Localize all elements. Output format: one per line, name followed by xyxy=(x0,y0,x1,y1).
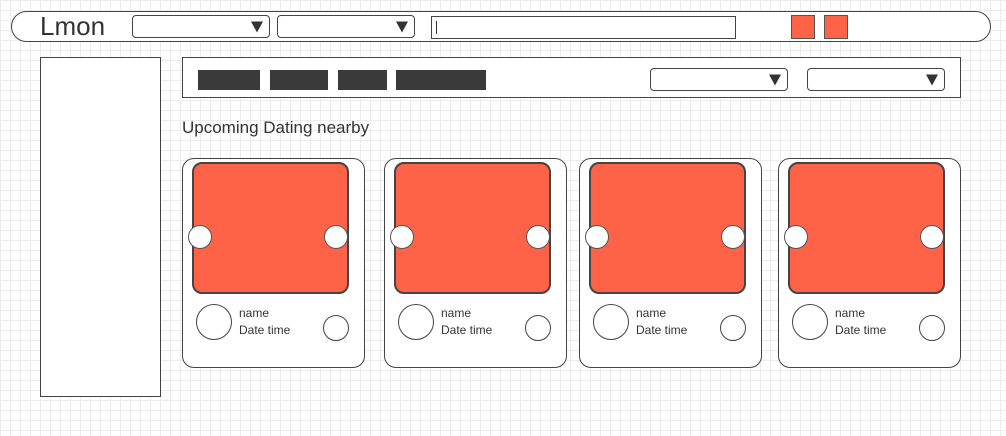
ticket-notch-icon xyxy=(390,225,414,249)
avatar[interactable] xyxy=(398,304,434,340)
ticket-notch-icon xyxy=(324,225,348,249)
card-datetime: Date time xyxy=(835,323,887,337)
card-datetime: Date time xyxy=(636,323,688,337)
card-name: name xyxy=(441,306,472,320)
tab-1[interactable] xyxy=(198,70,260,90)
card-action-button[interactable] xyxy=(525,315,551,341)
card-action-button[interactable] xyxy=(323,315,349,341)
header-action-button-1[interactable] xyxy=(791,15,815,39)
ticket-notch-icon xyxy=(188,225,212,249)
ticket-notch-icon xyxy=(585,225,609,249)
card-datetime: Date time xyxy=(239,323,291,337)
event-image[interactable] xyxy=(394,162,551,294)
filter-dropdown-2[interactable] xyxy=(807,68,945,91)
sidebar xyxy=(40,57,161,397)
chevron-down-icon xyxy=(769,74,781,85)
tab-3[interactable] xyxy=(338,70,387,90)
card-action-button[interactable] xyxy=(919,315,945,341)
ticket-notch-icon xyxy=(920,225,944,249)
app-logo[interactable]: Lmon xyxy=(40,11,105,42)
event-image[interactable] xyxy=(192,162,349,294)
card-name: name xyxy=(239,306,270,320)
chevron-down-icon xyxy=(396,21,408,32)
card-action-button[interactable] xyxy=(720,315,746,341)
event-card[interactable]: name Date time xyxy=(384,158,567,368)
tab-4[interactable] xyxy=(396,70,486,90)
filter-dropdown-1[interactable] xyxy=(650,68,788,91)
card-datetime: Date time xyxy=(441,323,493,337)
avatar[interactable] xyxy=(196,304,232,340)
event-card[interactable]: name Date time xyxy=(579,158,762,368)
event-card[interactable]: name Date time xyxy=(778,158,961,368)
section-title: Upcoming Dating nearby xyxy=(182,118,370,137)
ticket-notch-icon xyxy=(721,225,745,249)
card-name: name xyxy=(636,306,667,320)
ticket-notch-icon xyxy=(784,225,808,249)
tab-2[interactable] xyxy=(270,70,328,90)
event-image[interactable] xyxy=(589,162,746,294)
event-card[interactable]: name Date time xyxy=(182,158,365,368)
event-image[interactable] xyxy=(788,162,945,294)
chevron-down-icon xyxy=(926,74,938,85)
ticket-notch-icon xyxy=(526,225,550,249)
avatar[interactable] xyxy=(593,304,629,340)
chevron-down-icon xyxy=(251,21,263,32)
text-cursor xyxy=(436,21,437,34)
search-input[interactable] xyxy=(431,16,736,39)
card-name: name xyxy=(835,306,866,320)
header-dropdown-1[interactable] xyxy=(132,15,270,38)
header-action-button-2[interactable] xyxy=(824,15,848,39)
avatar[interactable] xyxy=(792,304,828,340)
header-dropdown-2[interactable] xyxy=(277,15,415,38)
